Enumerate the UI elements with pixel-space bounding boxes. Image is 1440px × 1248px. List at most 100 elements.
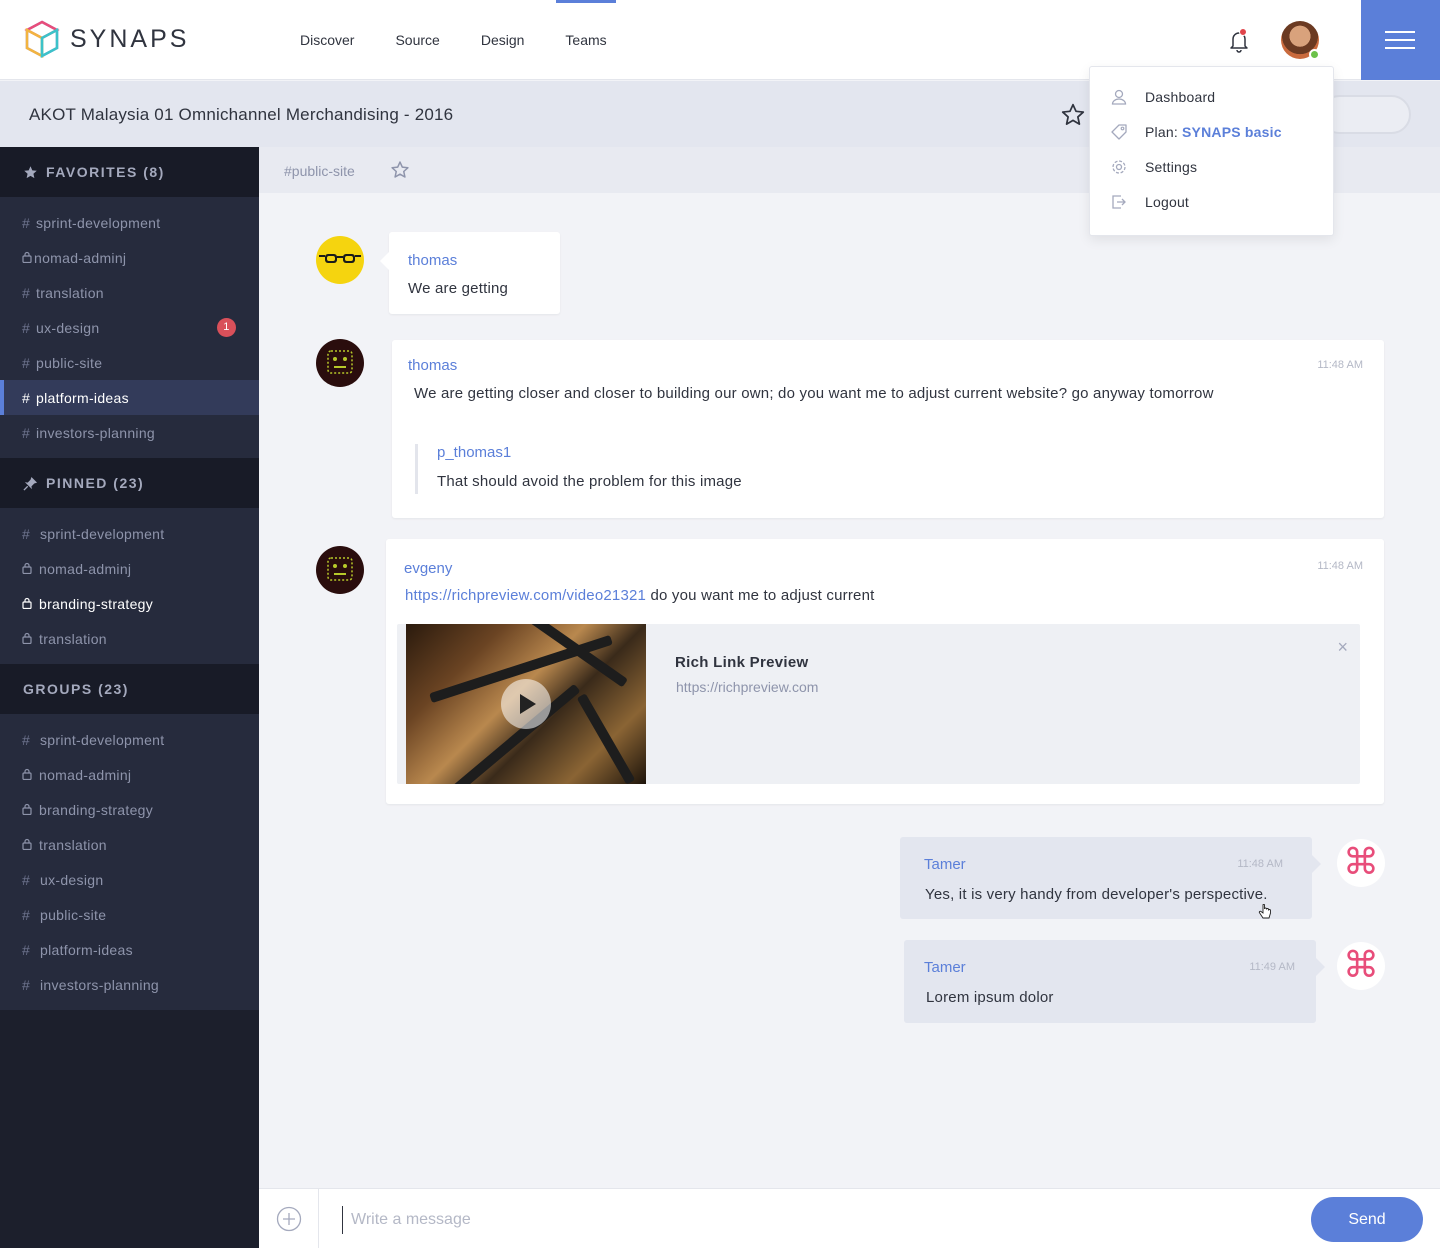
menu-icon-bar	[1385, 39, 1415, 41]
sidebar-item[interactable]: translation	[0, 827, 259, 862]
brand-name: SYNAPS	[70, 24, 190, 53]
menu-item-label: Plan: SYNAPS basic	[1145, 124, 1282, 140]
quote-author[interactable]: p_thomas1	[437, 444, 742, 461]
menu-icon-bar	[1385, 47, 1415, 49]
sidebar-item[interactable]: # ux-design 1	[0, 310, 259, 345]
avatar[interactable]	[316, 339, 364, 387]
sidebar-item[interactable]: # ux-design	[0, 862, 259, 897]
message-author[interactable]: thomas	[408, 357, 457, 374]
menu-item-plan[interactable]: Plan: SYNAPS basic	[1090, 114, 1335, 149]
hamburger-menu-button[interactable]	[1361, 0, 1440, 80]
sidebar-item[interactable]: # public-site	[0, 345, 259, 380]
hash-icon: #	[22, 731, 31, 748]
gear-icon	[1112, 159, 1126, 174]
pinned-title: PINNED (23)	[46, 475, 145, 491]
sidebar-item[interactable]: nomad-adminj	[0, 551, 259, 586]
hash-icon: #	[22, 284, 31, 301]
groups-title: GROUPS (23)	[23, 681, 129, 697]
send-button[interactable]: Send	[1311, 1197, 1423, 1242]
favorites-header[interactable]: FAVORITES (8)	[0, 147, 259, 197]
message-author[interactable]: Tamer	[924, 856, 966, 873]
menu-item-logout[interactable]: Logout	[1090, 184, 1335, 219]
command-icon[interactable]: ⌘	[1337, 839, 1385, 887]
message-author[interactable]: Tamer	[924, 959, 966, 976]
message-link[interactable]: https://richpreview.com/video21321	[405, 587, 646, 604]
message-input[interactable]	[342, 1206, 1292, 1234]
hash-icon: #	[22, 319, 31, 336]
sidebar-item-label: public-site	[40, 906, 107, 923]
preview-title[interactable]: Rich Link Preview	[675, 654, 808, 671]
video-thumbnail[interactable]	[406, 624, 646, 784]
lock-icon	[22, 631, 39, 647]
sidebar-item[interactable]: # platform-ideas	[0, 932, 259, 967]
rich-link-preview[interactable]: Rich Link Preview https://richpreview.co…	[397, 624, 1360, 784]
sidebar-item[interactable]: # investors-planning	[0, 967, 259, 1002]
favorites-list: # sprint-development nomad-adminj # transl…	[0, 197, 259, 458]
quote-text: That should avoid the problem for this i…	[437, 473, 742, 490]
sidebar-item-label: translation	[39, 630, 107, 647]
channel-name: #public-site	[284, 163, 355, 179]
sidebar-item-label: branding-strategy	[39, 801, 154, 818]
sidebar-item[interactable]: # sprint-development	[0, 516, 259, 551]
favorites-title: FAVORITES (8)	[46, 164, 165, 180]
sidebar-item-label: translation	[36, 284, 104, 301]
sidebar-item-label: translation	[39, 836, 107, 853]
preview-url[interactable]: https://richpreview.com	[676, 679, 818, 695]
menu-item-settings[interactable]: Settings	[1090, 149, 1335, 184]
notifications-button[interactable]	[1226, 28, 1252, 54]
hash-icon: #	[22, 525, 31, 542]
quoted-message: p_thomas1 That should avoid the problem …	[415, 444, 742, 494]
sidebar-item[interactable]: # sprint-development	[0, 205, 259, 240]
sidebar-item-active[interactable]: # platform-ideas	[0, 380, 259, 415]
sidebar-item[interactable]: # sprint-development	[0, 722, 259, 757]
nav-teams[interactable]: Teams	[556, 0, 616, 80]
pin-icon	[23, 476, 38, 491]
nav-design[interactable]: Design	[481, 0, 525, 80]
lock-icon	[22, 767, 39, 783]
favorite-project-button[interactable]	[1060, 102, 1086, 128]
close-icon[interactable]: ×	[1337, 638, 1348, 656]
message-timestamp: 11:48 AM	[1317, 359, 1363, 371]
message-composer: Send	[259, 1188, 1440, 1248]
sidebar-item-highlighted[interactable]: branding-strategy	[0, 586, 259, 621]
groups-header[interactable]: GROUPS (23)	[0, 664, 259, 714]
sidebar-item-label: platform-ideas	[40, 941, 133, 958]
favorite-channel-button[interactable]	[390, 160, 410, 180]
hash-icon: #	[22, 871, 31, 888]
sidebar-item-label: nomad-adminj	[34, 249, 127, 266]
sidebar: FAVORITES (8) # sprint-development nomad-…	[0, 147, 259, 1248]
star-icon	[391, 161, 409, 178]
message-timestamp: 11:48 AM	[1317, 560, 1363, 572]
sidebar-item[interactable]: # investors-planning	[0, 415, 259, 450]
sidebar-item[interactable]: # public-site	[0, 897, 259, 932]
nav-discover[interactable]: Discover	[300, 0, 354, 80]
sidebar-item[interactable]: translation	[0, 621, 259, 656]
logo[interactable]: SYNAPS	[24, 20, 189, 58]
add-attachment-button[interactable]	[276, 1206, 302, 1232]
sidebar-item-label: nomad-adminj	[39, 560, 132, 577]
user-dropdown-menu: Dashboard Plan: SYNAPS basic Settings Lo…	[1089, 66, 1334, 236]
sidebar-item[interactable]: nomad-adminj	[0, 240, 259, 275]
lock-icon	[22, 561, 39, 577]
menu-item-dashboard[interactable]: Dashboard	[1090, 79, 1335, 114]
sidebar-item-label: ux-design	[40, 871, 104, 888]
message-author[interactable]: thomas	[408, 252, 457, 269]
star-icon	[1061, 103, 1085, 125]
nav-source[interactable]: Source	[395, 0, 439, 80]
sidebar-item[interactable]: # translation	[0, 275, 259, 310]
sidebar-item[interactable]: nomad-adminj	[0, 757, 259, 792]
command-icon[interactable]: ⌘	[1337, 942, 1385, 990]
sidebar-item-label: investors-planning	[36, 424, 156, 441]
pinned-header[interactable]: PINNED (23)	[0, 458, 259, 508]
sidebar-item-label: sprint-development	[40, 731, 165, 748]
sidebar-item[interactable]: branding-strategy	[0, 792, 259, 827]
avatar[interactable]	[316, 546, 364, 594]
message-text: https://richpreview.com/video21321 do yo…	[405, 587, 875, 604]
main-nav: Discover Source Design Teams	[300, 0, 648, 80]
user-avatar[interactable]	[1281, 21, 1320, 60]
message-author[interactable]: evgeny	[404, 560, 452, 577]
divider	[318, 1189, 319, 1248]
sidebar-item-label: branding-strategy	[39, 595, 154, 612]
play-icon[interactable]	[501, 679, 551, 729]
avatar[interactable]	[316, 236, 364, 284]
